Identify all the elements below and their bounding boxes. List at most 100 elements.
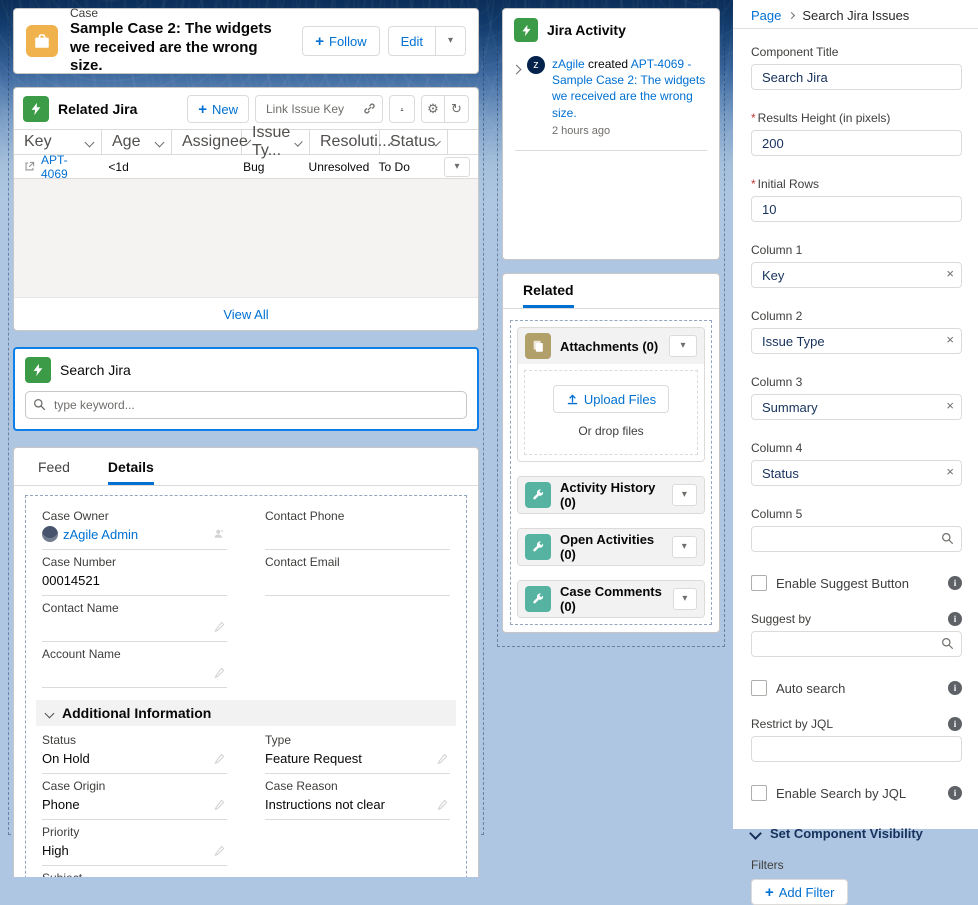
search-icon (941, 532, 954, 545)
required-asterisk: * (751, 177, 756, 191)
enable-suggest-row: Enable Suggest Button i (751, 575, 962, 591)
edit-button[interactable]: Edit (388, 26, 436, 56)
list-actions-button[interactable]: ▾ (669, 335, 697, 357)
auto-search-checkbox[interactable] (751, 680, 767, 696)
list-actions-button[interactable]: ▾ (672, 536, 697, 558)
edit-pencil-icon[interactable] (437, 799, 448, 810)
set-component-visibility-section[interactable]: Set Component Visibility (751, 826, 962, 841)
divider (515, 150, 707, 151)
settings-gear-button[interactable]: ⚙ (421, 95, 445, 123)
suggest-by-input[interactable] (751, 631, 962, 657)
activity-history-list-card: Activity History (0) ▾ (517, 476, 705, 514)
column-header-age[interactable]: Age (102, 130, 172, 154)
clear-icon[interactable]: × (946, 465, 954, 478)
info-icon[interactable]: i (948, 681, 962, 695)
column-2-input[interactable] (751, 328, 962, 354)
edit-pencil-icon[interactable] (214, 799, 225, 810)
column-header-assignee[interactable]: Assignee (172, 130, 242, 154)
clear-icon[interactable]: × (946, 333, 954, 346)
expand-chevron-icon[interactable] (513, 60, 520, 137)
search-icon (33, 398, 46, 411)
upload-files-button[interactable]: Upload Files (553, 385, 669, 413)
edit-pencil-icon[interactable] (214, 667, 225, 678)
refresh-button[interactable]: ↻ (445, 95, 469, 123)
edit-pencil-icon[interactable] (214, 845, 225, 856)
auto-search-row: Auto search i (751, 680, 962, 696)
initial-rows-field: *Initial Rows (751, 177, 962, 222)
more-actions-button[interactable]: ▾ (436, 26, 466, 56)
drop-files-hint: Or drop files (535, 424, 687, 438)
restrict-jql-input[interactable] (751, 736, 962, 762)
results-empty-area (14, 179, 478, 297)
chevron-down-icon: ▾ (454, 162, 459, 172)
clear-icon[interactable]: × (946, 399, 954, 412)
related-jira-title: Related Jira (58, 101, 137, 117)
column-header-key[interactable]: Key (14, 130, 102, 154)
component-title-input[interactable] (751, 64, 962, 90)
column-header-issue-type[interactable]: Issue Ty... (242, 130, 310, 154)
clear-icon[interactable]: × (946, 267, 954, 280)
tab-details[interactable]: Details (108, 459, 154, 485)
info-icon[interactable]: i (948, 786, 962, 800)
enable-search-jql-checkbox[interactable] (751, 785, 767, 801)
info-icon[interactable]: i (948, 612, 962, 626)
external-link-icon[interactable] (24, 161, 35, 172)
initial-rows-input[interactable] (751, 196, 962, 222)
assign-user-button[interactable] (389, 95, 415, 123)
tab-feed[interactable]: Feed (38, 459, 70, 485)
table-row: APT-4069 <1d Bug Unresolved To Do ▾ (14, 155, 478, 179)
field-status: Status On Hold (42, 728, 227, 774)
plus-icon: + (315, 34, 324, 49)
breadcrumb: Page Search Jira Issues (733, 0, 978, 29)
field-type: Type Feature Request (265, 728, 450, 774)
search-jira-component-selected[interactable]: Search Jira (13, 347, 479, 431)
breadcrumb-current: Search Jira Issues (802, 8, 909, 23)
field-case-origin: Case Origin Phone (42, 774, 227, 820)
breadcrumb-page-link[interactable]: Page (751, 8, 781, 23)
edit-pencil-icon[interactable] (214, 621, 225, 632)
search-jira-title: Search Jira (60, 362, 131, 378)
activity-actor-link[interactable]: zAgile (552, 57, 585, 71)
link-icon (363, 102, 376, 115)
results-height-input[interactable] (751, 130, 962, 156)
column-5-input[interactable] (751, 526, 962, 552)
enable-suggest-checkbox[interactable] (751, 575, 767, 591)
attachments-title: Attachments (0) (560, 339, 658, 354)
info-icon[interactable]: i (948, 717, 962, 731)
info-icon[interactable]: i (948, 576, 962, 590)
list-actions-button[interactable]: ▾ (673, 588, 697, 610)
field-contact-phone: Contact Phone (265, 504, 450, 550)
chevron-down-icon: ▾ (680, 341, 685, 351)
file-dropzone[interactable]: Upload Files Or drop files (524, 370, 698, 455)
related-lists-card: Related Attachments (0) ▾ Upload Fil (502, 273, 720, 633)
suggest-by-field: Suggest byi (751, 612, 962, 657)
field-case-reason: Case Reason Instructions not clear (265, 774, 450, 820)
edit-pencil-icon[interactable] (437, 753, 448, 764)
column-header-resolution[interactable]: Resoluti... (310, 130, 380, 154)
column-3-input[interactable] (751, 394, 962, 420)
issue-key-link[interactable]: APT-4069 (41, 153, 90, 181)
tab-related[interactable]: Related (523, 282, 574, 308)
change-owner-icon[interactable] (213, 528, 225, 540)
row-actions-button[interactable]: ▾ (444, 157, 470, 177)
new-issue-button[interactable]: + New (187, 95, 249, 123)
search-keyword-input[interactable] (25, 391, 467, 419)
canvas-region-middle: Jira Activity z zAgile created APT-4069 … (497, 3, 725, 647)
list-actions-button[interactable]: ▾ (672, 484, 697, 506)
chevron-down-icon (155, 137, 165, 147)
add-filter-button[interactable]: + Add Filter (751, 879, 848, 905)
column-4-input[interactable] (751, 460, 962, 486)
chevron-down-icon (749, 827, 762, 840)
case-comments-list-card: Case Comments (0) ▾ (517, 580, 705, 618)
activity-timestamp: 2 hours ago (552, 125, 707, 137)
case-owner-link[interactable]: zAgile Admin (63, 527, 138, 542)
record-detail-card: Feed Details Case Owner zAgile Admin Con… (13, 447, 479, 877)
column-1-input[interactable] (751, 262, 962, 288)
column-2-field: Column 2 × (751, 309, 962, 354)
follow-button[interactable]: + Follow (302, 26, 379, 56)
view-all-link[interactable]: View All (223, 307, 268, 322)
component-title-field: Component Title (751, 45, 962, 90)
field-contact-name: Contact Name (42, 596, 227, 642)
edit-pencil-icon[interactable] (214, 753, 225, 764)
section-additional-information[interactable]: Additional Information (36, 700, 456, 726)
